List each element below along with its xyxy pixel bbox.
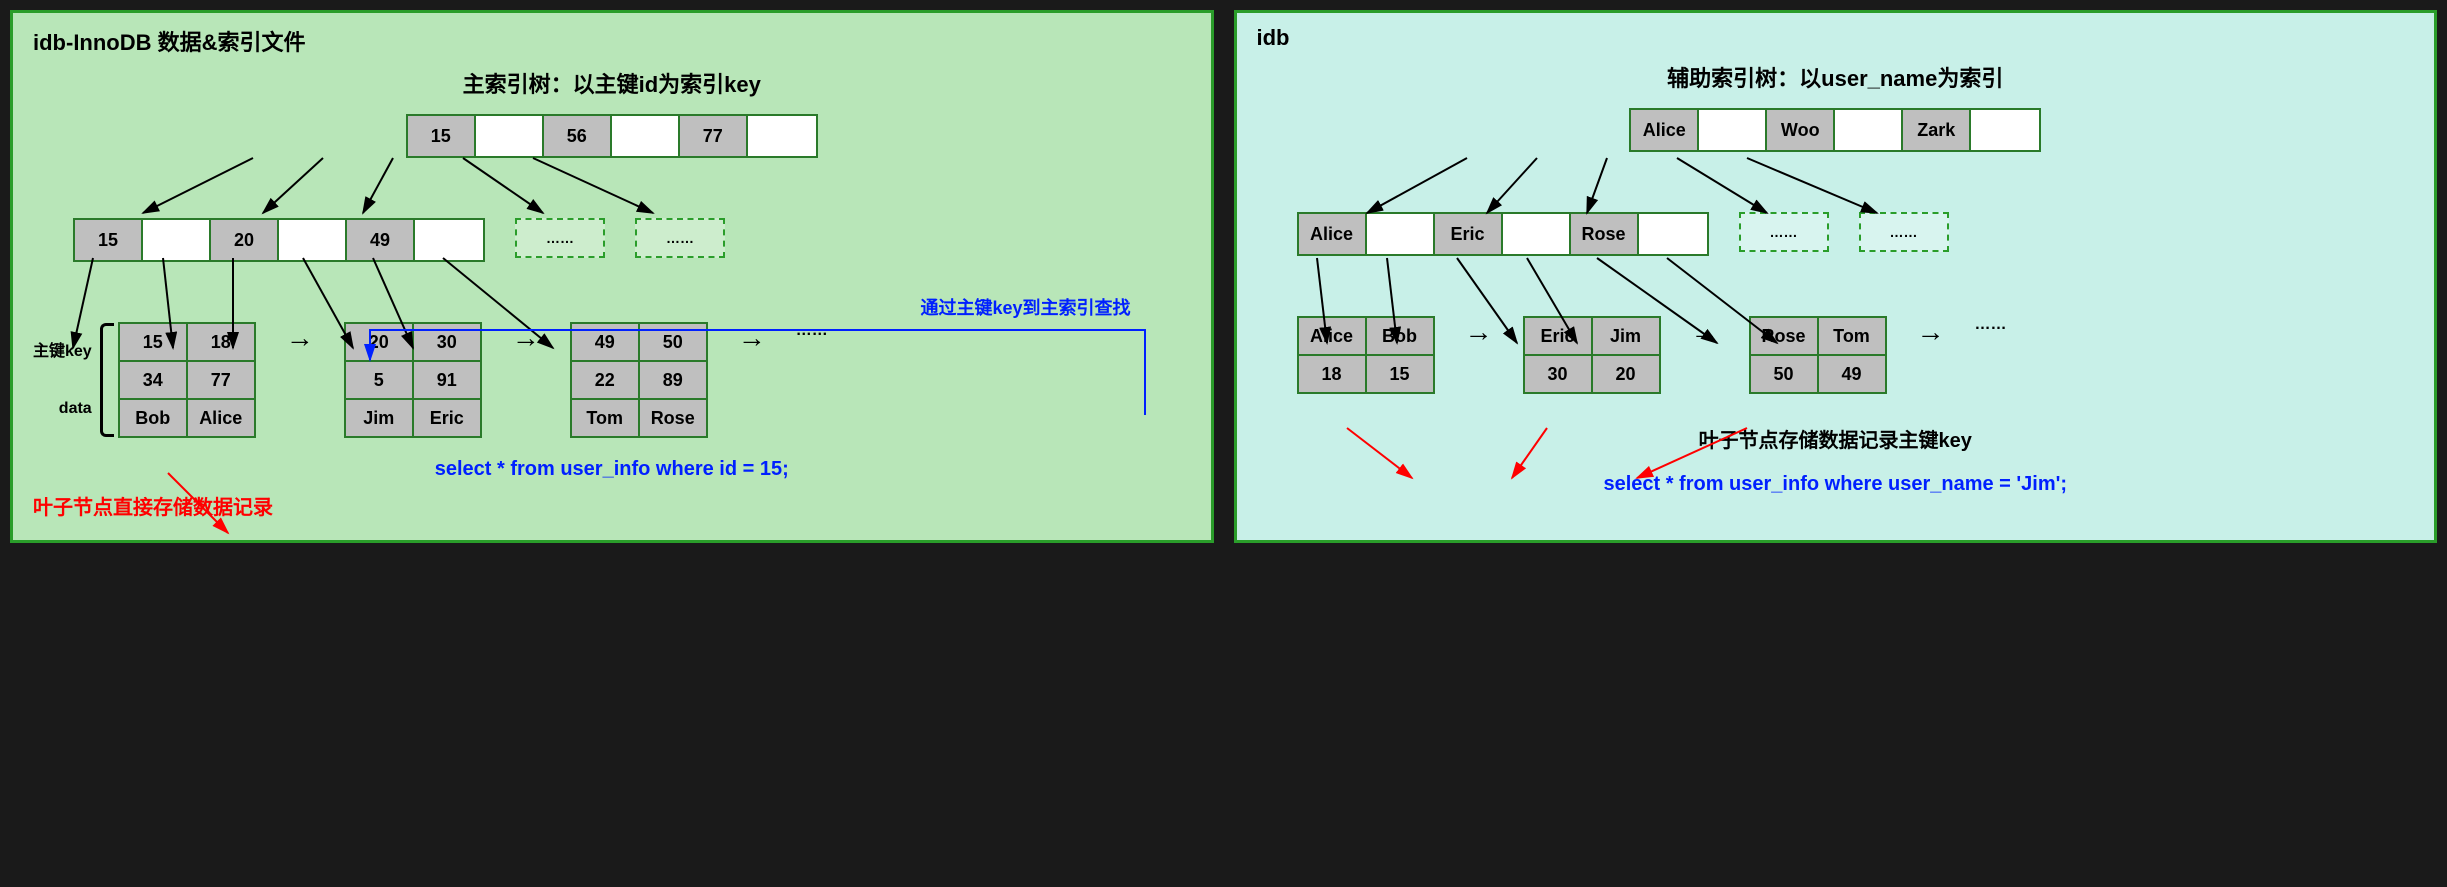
cell-blank xyxy=(1971,110,2039,150)
arrow-right-icon: → xyxy=(1917,316,1945,394)
bracket-icon xyxy=(100,323,114,437)
pk-label: 主键key xyxy=(33,343,92,361)
cell: 56 xyxy=(544,116,612,156)
data-label: data xyxy=(33,400,92,418)
dots: …… xyxy=(796,322,828,438)
dashed-node: …… xyxy=(635,218,725,258)
cell-blank xyxy=(1503,214,1571,254)
cell-blank xyxy=(476,116,544,156)
cell: Eric xyxy=(1435,214,1503,254)
blue-note-lookup: 通过主键key到主索引查找 xyxy=(911,298,1141,320)
arrow-right-icon: → xyxy=(1465,316,1493,394)
leaf-block-1: AliceBob 1815 xyxy=(1297,316,1435,394)
left-red-note: 叶子节点直接存储数据记录 xyxy=(33,491,1191,520)
cell: 15 xyxy=(408,116,476,156)
arrow-right-icon: → xyxy=(1691,316,1719,394)
cell: 49 xyxy=(347,220,415,260)
right-panel-title: idb xyxy=(1257,25,2415,51)
cell-blank xyxy=(279,220,347,260)
cell: Woo xyxy=(1767,110,1835,150)
left-leaf-row: 主键key data 1518 3477 BobAlice → 2030 591… xyxy=(33,322,1191,438)
key-label: 主键key data xyxy=(33,323,100,437)
cell-blank xyxy=(1835,110,1903,150)
left-tree-title: 主索引树：以主键id为索引key xyxy=(33,67,1191,99)
arrow-right-icon: → xyxy=(738,322,766,438)
right-note: 叶子节点存储数据记录主键key xyxy=(1257,424,2415,453)
left-root-node: 15 56 77 xyxy=(406,114,818,158)
leaf-block-2: 2030 591 JimEric xyxy=(344,322,482,438)
left-panel: idb-InnoDB 数据&索引文件 主索引树：以主键id为索引key 15 5… xyxy=(10,10,1214,543)
cell: 20 xyxy=(211,220,279,260)
dashed-node: …… xyxy=(515,218,605,258)
right-root-node: Alice Woo Zark xyxy=(1629,108,2041,152)
right-root-row: Alice Woo Zark xyxy=(1257,108,2415,152)
dashed-node: …… xyxy=(1739,212,1829,252)
cell-blank xyxy=(143,220,211,260)
leaf-block-3: 4950 2289 TomRose xyxy=(570,322,708,438)
cell: 15 xyxy=(75,220,143,260)
cell-blank xyxy=(612,116,680,156)
cell: Zark xyxy=(1903,110,1971,150)
cell-blank xyxy=(415,220,483,260)
cell: Rose xyxy=(1571,214,1639,254)
right-level2-row: Alice Eric Rose …… …… xyxy=(1257,212,2415,256)
arrow-right-icon: → xyxy=(512,322,540,438)
cell-blank xyxy=(1367,214,1435,254)
right-panel: idb 辅助索引树：以user_name为索引 Alice Woo Zark A… xyxy=(1234,10,2438,543)
left-root-row: 15 56 77 xyxy=(33,114,1191,158)
left-panel-title: idb-InnoDB 数据&索引文件 xyxy=(33,25,1191,57)
arrow-right-icon: → xyxy=(286,322,314,438)
leaf-block-2: EricJim 3020 xyxy=(1523,316,1661,394)
cell: Alice xyxy=(1299,214,1367,254)
right-tree-title: 辅助索引树：以user_name为索引 xyxy=(1257,61,2415,93)
left-level2-node: 15 20 49 xyxy=(73,218,485,262)
leaf-block-1: 1518 3477 BobAlice xyxy=(118,322,256,438)
leaf-block-3: RoseTom 5049 xyxy=(1749,316,1887,394)
cell-blank xyxy=(748,116,816,156)
left-sql: select * from user_info where id = 15; xyxy=(33,458,1191,481)
dots: …… xyxy=(1975,316,2007,394)
left-leaf-area: 主键key data 1518 3477 BobAlice → 2030 591… xyxy=(33,322,1191,438)
cell: Alice xyxy=(1631,110,1699,150)
right-leaf-row: AliceBob 1815 → EricJim 3020 → RoseTom 5… xyxy=(1257,316,2415,394)
cell: 77 xyxy=(680,116,748,156)
right-sql: select * from user_info where user_name … xyxy=(1257,473,2415,496)
cell-blank xyxy=(1639,214,1707,254)
cell-blank xyxy=(1699,110,1767,150)
left-level2-row: 15 20 49 …… …… xyxy=(33,218,1191,262)
dashed-node: …… xyxy=(1859,212,1949,252)
right-level2-node: Alice Eric Rose xyxy=(1297,212,1709,256)
